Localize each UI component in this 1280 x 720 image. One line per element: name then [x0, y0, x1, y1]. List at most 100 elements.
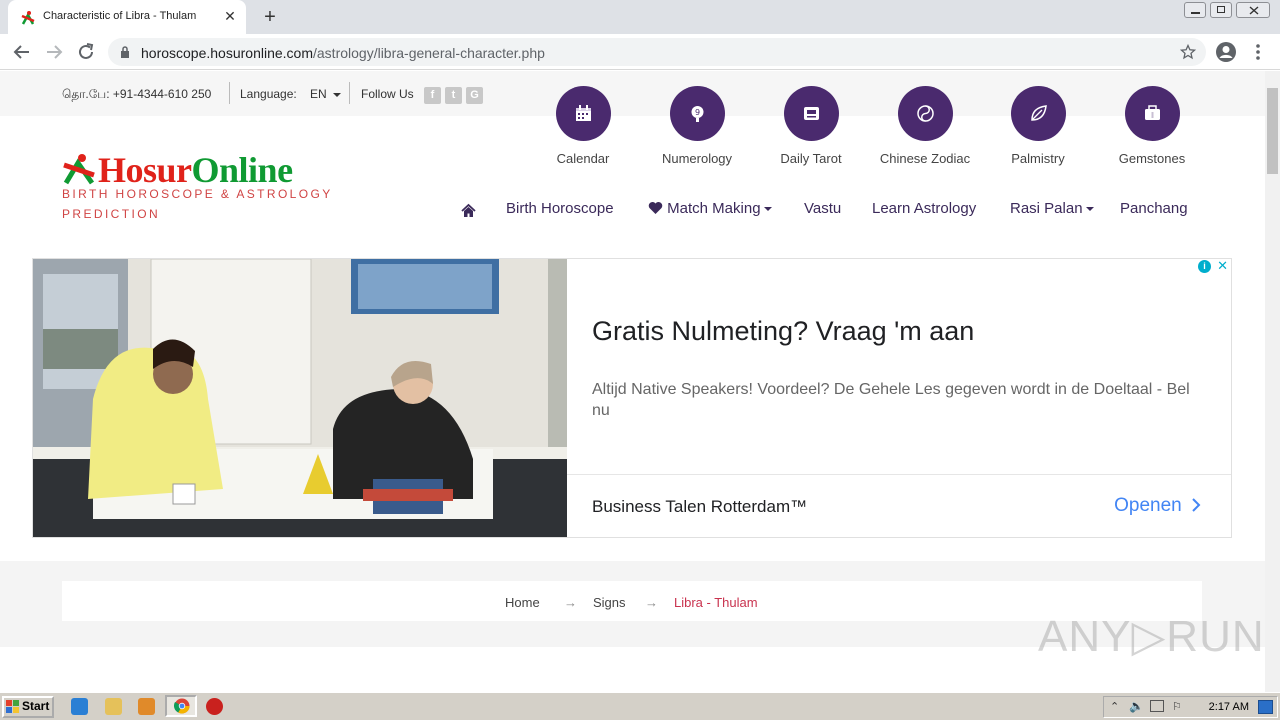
media-player-icon[interactable] — [138, 698, 155, 715]
nav-learn-astrology[interactable]: Learn Astrology — [872, 200, 976, 220]
phone-number[interactable]: தொ.பே: +91-4344-610 250 — [62, 87, 211, 103]
clock: 2:17 AM — [1208, 701, 1249, 713]
address-bar[interactable]: horoscope.hosuronline.com/astrology/libr… — [108, 38, 1206, 66]
service-calendar[interactable]: Calendar — [528, 86, 638, 166]
tray-expand-icon[interactable]: ⌃ — [1110, 700, 1119, 713]
site-favicon-icon — [21, 11, 35, 25]
logo-tagline: BIRTH HOROSCOPE & ASTROLOGY PREDICTION — [62, 187, 333, 221]
bookmark-star-icon[interactable] — [1180, 44, 1196, 60]
ad-divider — [567, 474, 1231, 475]
advertisement[interactable]: Gratis Nulmeting? Vraag 'm aan Altijd Na… — [32, 258, 1232, 538]
back-arrow-icon[interactable] — [10, 40, 34, 64]
breadcrumb-signs[interactable]: Signs — [593, 595, 626, 610]
nav-rasi-palan-label: Rasi Palan — [1010, 200, 1083, 217]
ad-headline[interactable]: Gratis Nulmeting? Vraag 'm aan — [592, 316, 974, 347]
svg-text:9: 9 — [694, 108, 699, 117]
ad-info-icon[interactable]: i — [1198, 260, 1211, 273]
chevron-down-icon — [333, 92, 342, 97]
breadcrumb-current: Libra - Thulam — [674, 595, 758, 610]
reload-icon[interactable] — [74, 40, 98, 64]
url-text: horoscope.hosuronline.com/astrology/libr… — [141, 45, 545, 61]
site-logo[interactable]: HosurOnline BIRTH HOROSCOPE & ASTROLOGY … — [62, 150, 352, 221]
language-value: EN — [310, 87, 327, 101]
nav-vastu[interactable]: Vastu — [804, 200, 841, 220]
ad-body: Altijd Native Speakers! Voordeel? De Geh… — [592, 381, 1190, 419]
flag-icon[interactable]: ⚐ — [1172, 700, 1182, 713]
tab-close-icon[interactable]: ✕ — [222, 8, 238, 24]
network-icon[interactable] — [1150, 700, 1164, 712]
tab-title: Characteristic of Libra - Thulam — [43, 10, 197, 22]
profile-avatar-icon[interactable] — [1214, 40, 1238, 64]
service-gemstones[interactable]: Gemstones — [1097, 86, 1207, 166]
tarot-icon — [783, 86, 839, 141]
lock-icon — [121, 46, 129, 58]
menu-kebab-icon[interactable] — [1246, 40, 1270, 64]
nav-match-making-label: Match Making — [667, 200, 761, 217]
url-host: horoscope.hosuronline.com — [141, 45, 313, 61]
folder-icon[interactable] — [105, 698, 122, 715]
nav-match-making[interactable]: Match Making — [648, 200, 772, 220]
volume-icon[interactable]: 🔈 — [1129, 699, 1144, 713]
twitter-icon[interactable]: t — [445, 87, 462, 104]
follow-us-label: Follow Us — [361, 87, 414, 101]
service-label: Gemstones — [1118, 151, 1186, 166]
topbar-divider — [349, 82, 350, 104]
forward-arrow-icon[interactable] — [42, 40, 66, 64]
ad-advertiser: Business Talen Rotterdam™ — [592, 497, 808, 516]
system-tray: ⌃ 🔈 ⚐ 2:17 AM — [1103, 696, 1278, 718]
numerology-icon: 9 — [669, 86, 725, 141]
chevron-right-icon — [1192, 498, 1201, 512]
service-numerology[interactable]: 9 Numerology — [642, 86, 752, 166]
start-label: Start — [22, 699, 50, 713]
web-page: தொ.பே: +91-4344-610 250 Language: EN Fol… — [0, 71, 1265, 692]
language-select[interactable]: EN — [310, 87, 342, 101]
service-label: Chinese Zodiac — [879, 151, 971, 166]
restore-button[interactable] — [1210, 2, 1232, 18]
breadcrumb: Home → Signs → Libra - Thulam — [62, 581, 1202, 621]
service-label: Calendar — [556, 151, 610, 166]
logo-figure-icon — [63, 154, 95, 185]
google-plus-icon[interactable]: G — [466, 87, 483, 104]
ad-open-button[interactable]: Openen — [1114, 495, 1201, 517]
service-label: Daily Tarot — [780, 151, 842, 166]
browser-tabstrip: Characteristic of Libra - Thulam ✕ + — [0, 0, 1280, 34]
ad-open-label: Openen — [1114, 495, 1182, 516]
chrome-icon — [174, 698, 190, 714]
url-path: /astrology/libra-general-character.php — [313, 45, 545, 61]
service-palmistry[interactable]: Palmistry — [983, 86, 1093, 166]
chevron-down-icon — [1085, 207, 1094, 212]
scrollbar-thumb[interactable] — [1267, 88, 1278, 174]
stop-icon[interactable] — [206, 698, 223, 715]
page-scrollbar[interactable] — [1265, 71, 1280, 692]
service-label: Palmistry — [1011, 151, 1065, 166]
browser-toolbar: horoscope.hosuronline.com/astrology/libr… — [0, 34, 1280, 70]
leaf-icon — [1010, 86, 1066, 141]
close-window-button[interactable] — [1236, 2, 1270, 18]
service-daily-tarot[interactable]: Daily Tarot — [756, 86, 866, 166]
minimize-button[interactable] — [1184, 2, 1206, 18]
windows-taskbar: Start ⌃ 🔈 ⚐ 2:17 AM — [0, 692, 1280, 720]
breadcrumb-arrow-icon: → — [564, 595, 577, 610]
new-tab-button[interactable]: + — [258, 5, 282, 29]
ad-photo[interactable] — [33, 259, 567, 538]
nav-panchang[interactable]: Panchang — [1120, 200, 1188, 220]
show-desktop-icon[interactable] — [1258, 700, 1273, 714]
calendar-icon — [555, 86, 611, 141]
browser-tab[interactable]: Characteristic of Libra - Thulam ✕ — [8, 0, 246, 34]
gem-icon — [1124, 86, 1180, 141]
ad-close-icon[interactable]: ✕ — [1217, 259, 1228, 274]
language-label: Language: — [240, 87, 297, 101]
anyrun-watermark: ANY▷RUN — [1038, 612, 1265, 661]
home-icon[interactable] — [461, 201, 476, 221]
windows-logo-icon — [6, 700, 19, 713]
internet-explorer-icon[interactable] — [71, 698, 88, 715]
facebook-icon[interactable]: f — [424, 87, 441, 104]
yin-yang-icon — [897, 86, 953, 141]
chevron-down-icon — [763, 207, 772, 212]
start-button[interactable]: Start — [2, 696, 54, 718]
service-chinese-zodiac[interactable]: Chinese Zodiac — [870, 86, 980, 166]
breadcrumb-home[interactable]: Home — [505, 595, 540, 610]
nav-rasi-palan[interactable]: Rasi Palan — [1010, 200, 1094, 220]
nav-birth-horoscope[interactable]: Birth Horoscope — [506, 200, 614, 220]
chrome-taskbar-button[interactable] — [165, 695, 197, 717]
